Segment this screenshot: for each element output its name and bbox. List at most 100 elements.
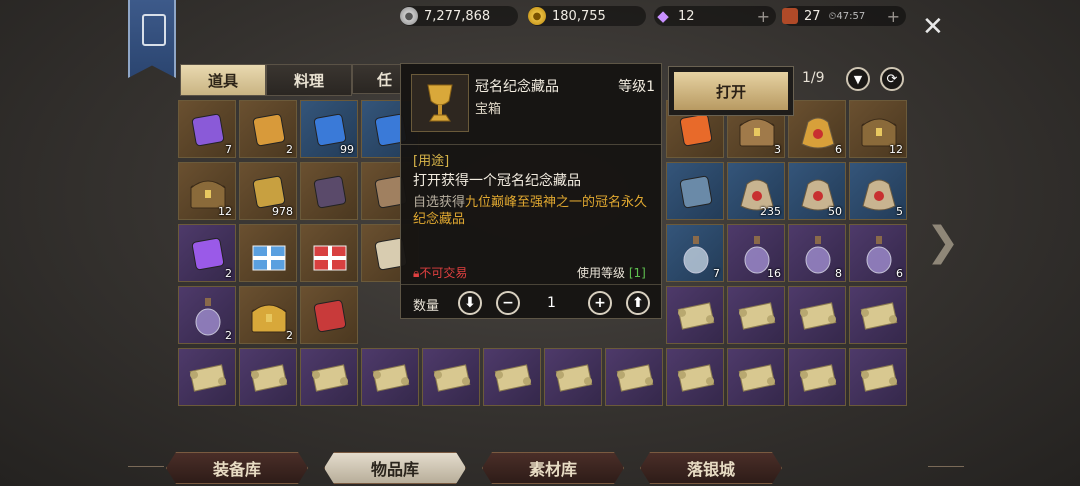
inventory-slot[interactable]: 99 [300, 100, 358, 158]
inventory-slot[interactable] [666, 162, 724, 220]
inventory-slot[interactable]: 978 [239, 162, 297, 220]
inventory-slot[interactable] [727, 348, 785, 406]
divider [401, 284, 661, 285]
inventory-slot[interactable]: 7 [178, 100, 236, 158]
map-scroll-icon [737, 296, 777, 336]
inventory-slot[interactable] [849, 286, 907, 344]
inventory-slot[interactable]: 2 [178, 286, 236, 344]
inventory-slot[interactable] [849, 348, 907, 406]
map-scroll-icon [676, 296, 716, 336]
inventory-slot[interactable] [605, 348, 663, 406]
message-bottle-icon [676, 234, 716, 274]
quantity-max-button[interactable]: ⬆ [626, 291, 650, 315]
item-count: 6 [896, 267, 903, 280]
close-icon[interactable]: ✕ [922, 14, 944, 40]
item-tooltip: 冠名纪念藏品 等级1 宝箱 [用途] 打开获得一个冠名纪念藏品 自选获得九位巅峰… [400, 63, 662, 319]
inventory-slot[interactable]: 16 [727, 224, 785, 282]
quantity-min-button[interactable]: ⬇ [458, 291, 482, 315]
tab-cooking[interactable]: 料理 [266, 64, 352, 96]
ticket-currency: 27 ⏲ 47:57 + [782, 6, 906, 26]
purple-scroll-icon [188, 110, 228, 150]
guild-banner[interactable] [128, 0, 176, 78]
banner-emblem-icon [142, 14, 166, 46]
item-count: 2 [286, 143, 293, 156]
inventory-slot[interactable] [788, 348, 846, 406]
nav-materials[interactable]: 素材库 [482, 452, 624, 484]
tab-items[interactable]: 道具 [180, 64, 266, 96]
chevron-down-icon[interactable]: ▼ [846, 67, 870, 91]
inventory-slot[interactable] [239, 348, 297, 406]
quantity-decrease-button[interactable]: − [496, 291, 520, 315]
inventory-slot[interactable]: 12 [849, 100, 907, 158]
inventory-slot[interactable] [727, 286, 785, 344]
add-tickets-button[interactable]: + [887, 7, 900, 26]
inventory-slot[interactable] [300, 224, 358, 282]
silver-currency: ● 7,277,868 [400, 6, 518, 26]
item-type: 宝箱 [475, 102, 502, 117]
inventory-slot[interactable] [422, 348, 480, 406]
quantity-value[interactable]: 1 [547, 295, 556, 311]
next-page-arrow-icon[interactable]: ❯ [926, 222, 960, 262]
inventory-slot[interactable] [361, 348, 419, 406]
map-scroll-icon [859, 358, 899, 398]
potion-bottle-icon [188, 296, 228, 336]
potion-bottle-icon [798, 234, 838, 274]
inventory-slot[interactable] [788, 286, 846, 344]
use-level: 使用等级 [1] [577, 266, 646, 280]
red-gift-icon [310, 234, 350, 274]
inventory-slot[interactable]: 235 [727, 162, 785, 220]
nav-city[interactable]: 落银城 [640, 452, 782, 484]
inventory-slot[interactable]: 7 [666, 224, 724, 282]
potion-bottle-icon [859, 234, 899, 274]
map-scroll-icon [554, 358, 594, 398]
inventory-slot[interactable]: 2 [178, 224, 236, 282]
inventory-slot[interactable]: 2 [239, 286, 297, 344]
usage-header: [用途] [413, 154, 450, 169]
add-gems-button[interactable]: + [757, 7, 770, 26]
item-count: 99 [340, 143, 354, 156]
red-envelope-icon [310, 296, 350, 336]
nav-items[interactable]: 物品库 [324, 452, 466, 484]
inventory-slot[interactable] [544, 348, 602, 406]
map-scroll-icon [249, 358, 289, 398]
inventory-slot[interactable] [483, 348, 541, 406]
inventory-slot[interactable]: 50 [788, 162, 846, 220]
map-scroll-icon [798, 296, 838, 336]
inventory-slot[interactable] [300, 286, 358, 344]
inventory-slot[interactable] [239, 224, 297, 282]
item-description: 自选获得九位巅峰至强神之一的冠名永久纪念藏品 [413, 195, 648, 227]
item-count: 2 [225, 267, 232, 280]
item-count: 978 [272, 205, 293, 218]
dark-emblem-icon [310, 172, 350, 212]
quantity-increase-button[interactable]: + [588, 291, 612, 315]
trade-status: 🔒︎不可交易 [413, 266, 468, 280]
map-scroll-icon [859, 296, 899, 336]
inventory-slot[interactable]: 5 [849, 162, 907, 220]
inventory-slot[interactable]: 6 [849, 224, 907, 282]
inventory-slot[interactable] [300, 348, 358, 406]
map-scroll-icon [310, 358, 350, 398]
item-count: 50 [828, 205, 842, 218]
item-count: 8 [835, 267, 842, 280]
item-icon-frame [411, 74, 469, 132]
inventory-slot[interactable]: 8 [788, 224, 846, 282]
item-count: 12 [218, 205, 232, 218]
inventory-slot[interactable]: 6 [788, 100, 846, 158]
open-button[interactable]: 打开 [668, 66, 794, 116]
inventory-slot[interactable] [300, 162, 358, 220]
nav-equipment[interactable]: 装备库 [166, 452, 308, 484]
inventory-slot[interactable] [178, 348, 236, 406]
inventory-slot[interactable]: 2 [239, 100, 297, 158]
wooden-chest-icon [737, 110, 777, 150]
tab-quest[interactable]: 任 [352, 64, 402, 94]
map-scroll-icon [676, 358, 716, 398]
inventory-slot[interactable] [666, 348, 724, 406]
map-scroll-icon [737, 358, 777, 398]
gold-currency: ● 180,755 [528, 6, 646, 26]
item-count: 7 [713, 267, 720, 280]
golden-chalice-icon [427, 84, 453, 122]
nav-ornament-right [928, 466, 964, 467]
refresh-icon[interactable]: ⟳ [880, 67, 904, 91]
inventory-slot[interactable]: 12 [178, 162, 236, 220]
inventory-slot[interactable] [666, 286, 724, 344]
